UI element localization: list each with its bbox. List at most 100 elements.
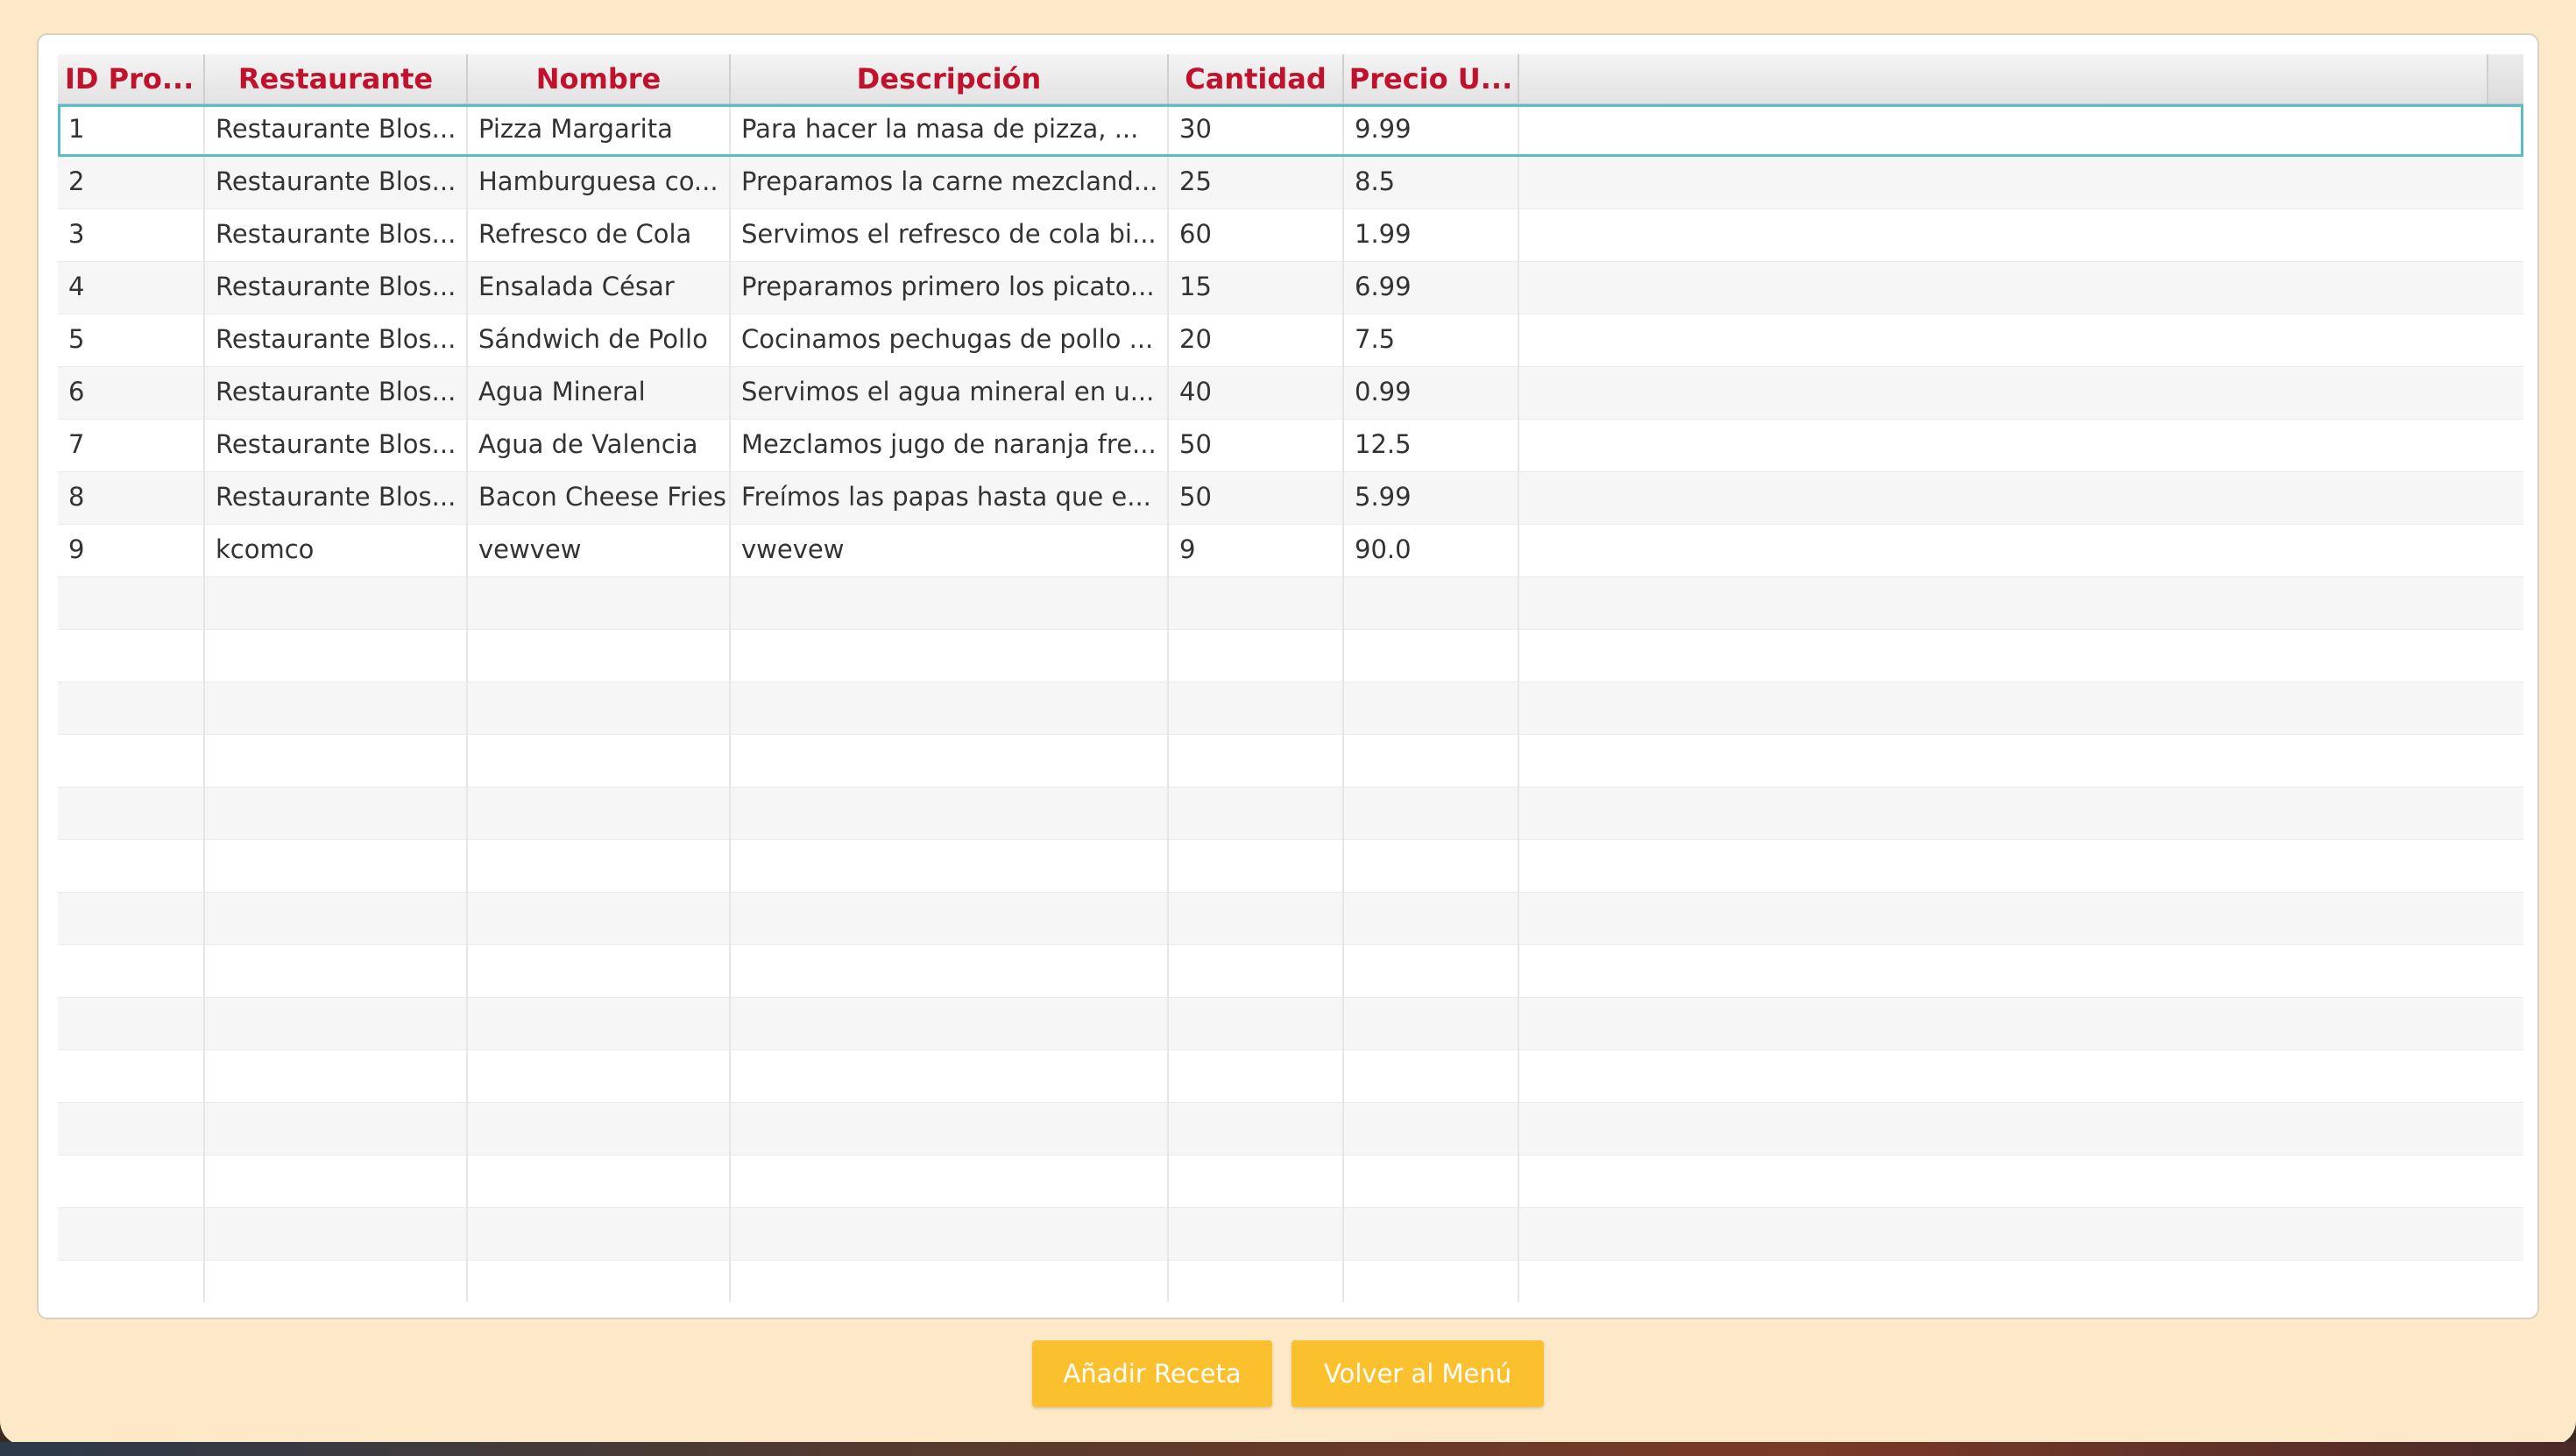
table-row-empty[interactable]: [58, 1156, 2523, 1208]
cell-id[interactable]: [58, 577, 205, 630]
cell-nombre[interactable]: Bacon Cheese Fries: [468, 472, 731, 525]
cell-precio[interactable]: [1344, 945, 1519, 998]
cell-precio[interactable]: [1344, 1156, 1519, 1208]
cell-descripcion[interactable]: [731, 945, 1169, 998]
cell-precio[interactable]: [1344, 577, 1519, 630]
cell-descripcion[interactable]: Freímos las papas hasta que e...: [731, 472, 1169, 525]
cell-restaurante[interactable]: Restaurante Blos...: [205, 104, 468, 157]
cell-descripcion[interactable]: Servimos el agua mineral en u...: [731, 367, 1169, 420]
cell-nombre[interactable]: Agua Mineral: [468, 367, 731, 420]
cell-descripcion[interactable]: Cocinamos pechugas de pollo ...: [731, 315, 1169, 367]
table-row[interactable]: 1 Restaurante Blos... Pizza Margarita Para …: [58, 104, 2523, 157]
cell-precio[interactable]: 1.99: [1344, 209, 1519, 262]
cell-precio[interactable]: [1344, 1103, 1519, 1156]
cell-cantidad[interactable]: [1169, 945, 1344, 998]
cell-nombre[interactable]: Ensalada César: [468, 262, 731, 315]
cell-descripcion[interactable]: vwevew: [731, 525, 1169, 577]
cell-descripcion[interactable]: [731, 1261, 1169, 1302]
cell-nombre[interactable]: [468, 735, 731, 788]
cell-restaurante[interactable]: [205, 1156, 468, 1208]
cell-restaurante[interactable]: Restaurante Blos...: [205, 157, 468, 209]
cell-nombre[interactable]: Hamburguesa co...: [468, 157, 731, 209]
cell-nombre[interactable]: Sándwich de Pollo: [468, 315, 731, 367]
cell-cantidad[interactable]: [1169, 998, 1344, 1050]
column-header-nombre[interactable]: Nombre: [468, 54, 731, 103]
cell-descripcion[interactable]: [731, 735, 1169, 788]
cell-cantidad[interactable]: [1169, 1103, 1344, 1156]
cell-restaurante[interactable]: [205, 788, 468, 840]
cell-precio[interactable]: 9.99: [1344, 104, 1519, 157]
cell-cantidad[interactable]: [1169, 1050, 1344, 1103]
cell-precio[interactable]: 6.99: [1344, 262, 1519, 315]
cell-restaurante[interactable]: [205, 682, 468, 735]
cell-restaurante[interactable]: Restaurante Blos...: [205, 367, 468, 420]
cell-cantidad[interactable]: [1169, 788, 1344, 840]
cell-id[interactable]: [58, 1050, 205, 1103]
table-row[interactable]: 6 Restaurante Blos... Agua Mineral Servimos…: [58, 367, 2523, 420]
table-row-empty[interactable]: [58, 893, 2523, 945]
cell-cantidad[interactable]: [1169, 682, 1344, 735]
table-row-empty[interactable]: [58, 788, 2523, 840]
column-header-cantidad[interactable]: Cantidad: [1169, 54, 1344, 103]
cell-cantidad[interactable]: [1169, 840, 1344, 893]
cell-cantidad[interactable]: 60: [1169, 209, 1344, 262]
cell-descripcion[interactable]: [731, 788, 1169, 840]
column-header-descripcion[interactable]: Descripción: [731, 54, 1169, 103]
cell-cantidad[interactable]: [1169, 630, 1344, 682]
cell-restaurante[interactable]: Restaurante Blos...: [205, 315, 468, 367]
cell-id[interactable]: 6: [58, 367, 205, 420]
cell-descripcion[interactable]: [731, 1050, 1169, 1103]
cell-precio[interactable]: [1344, 840, 1519, 893]
cell-nombre[interactable]: [468, 945, 731, 998]
cell-precio[interactable]: 0.99: [1344, 367, 1519, 420]
cell-restaurante[interactable]: [205, 998, 468, 1050]
cell-descripcion[interactable]: [731, 1208, 1169, 1261]
cell-descripcion[interactable]: [731, 630, 1169, 682]
cell-id[interactable]: 8: [58, 472, 205, 525]
column-header-precio[interactable]: Precio U...: [1344, 54, 1519, 103]
cell-descripcion[interactable]: [731, 998, 1169, 1050]
cell-nombre[interactable]: [468, 1050, 731, 1103]
cell-nombre[interactable]: [468, 682, 731, 735]
table-row-empty[interactable]: [58, 1103, 2523, 1156]
cell-precio[interactable]: [1344, 1050, 1519, 1103]
cell-cantidad[interactable]: 20: [1169, 315, 1344, 367]
table-row-empty[interactable]: [58, 945, 2523, 998]
cell-cantidad[interactable]: [1169, 1208, 1344, 1261]
cell-descripcion[interactable]: [731, 1103, 1169, 1156]
table-row-empty[interactable]: [58, 1050, 2523, 1103]
cell-cantidad[interactable]: 9: [1169, 525, 1344, 577]
cell-id[interactable]: [58, 682, 205, 735]
table-row[interactable]: 5 Restaurante Blos... Sándwich de Pollo Coc…: [58, 315, 2523, 367]
cell-restaurante[interactable]: [205, 1261, 468, 1302]
cell-precio[interactable]: [1344, 682, 1519, 735]
cell-id[interactable]: [58, 1208, 205, 1261]
cell-restaurante[interactable]: [205, 945, 468, 998]
cell-precio[interactable]: [1344, 1208, 1519, 1261]
cell-id[interactable]: [58, 998, 205, 1050]
column-header-id[interactable]: ID Pro...: [58, 54, 205, 103]
cell-descripcion[interactable]: Preparamos la carne mezcland...: [731, 157, 1169, 209]
cell-nombre[interactable]: [468, 893, 731, 945]
cell-nombre[interactable]: [468, 1156, 731, 1208]
cell-restaurante[interactable]: [205, 630, 468, 682]
cell-cantidad[interactable]: [1169, 1156, 1344, 1208]
table-row-empty[interactable]: [58, 1208, 2523, 1261]
table-row-empty[interactable]: [58, 735, 2523, 788]
cell-precio[interactable]: [1344, 630, 1519, 682]
cell-restaurante[interactable]: [205, 735, 468, 788]
cell-nombre[interactable]: [468, 577, 731, 630]
cell-id[interactable]: 2: [58, 157, 205, 209]
cell-descripcion[interactable]: Servimos el refresco de cola bi...: [731, 209, 1169, 262]
cell-cantidad[interactable]: [1169, 577, 1344, 630]
cell-cantidad[interactable]: 50: [1169, 420, 1344, 472]
cell-descripcion[interactable]: [731, 893, 1169, 945]
cell-descripcion[interactable]: Preparamos primero los picato...: [731, 262, 1169, 315]
cell-nombre[interactable]: [468, 1208, 731, 1261]
cell-restaurante[interactable]: [205, 577, 468, 630]
table-row-empty[interactable]: [58, 1261, 2523, 1302]
cell-restaurante[interactable]: [205, 1208, 468, 1261]
cell-restaurante[interactable]: [205, 1050, 468, 1103]
cell-cantidad[interactable]: 50: [1169, 472, 1344, 525]
cell-nombre[interactable]: [468, 998, 731, 1050]
